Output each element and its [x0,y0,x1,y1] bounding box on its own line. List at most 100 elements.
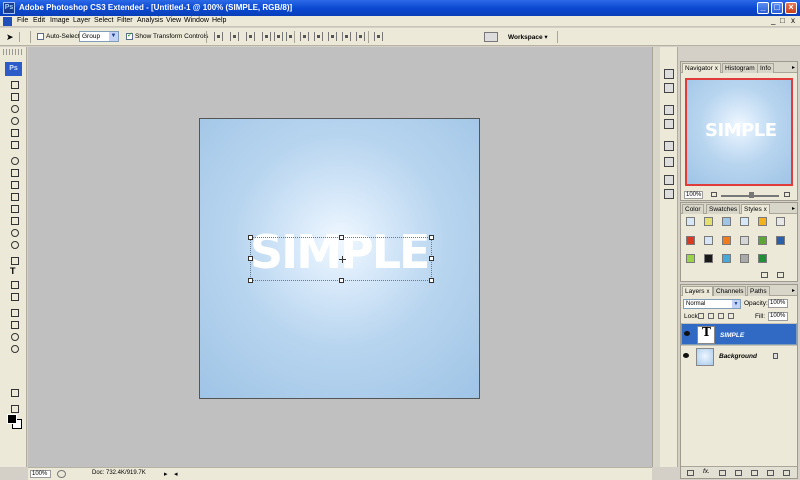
scroll-left-arrow[interactable]: ◂ [174,470,178,478]
clone-source-icon[interactable] [664,157,674,167]
new-style-icon[interactable] [761,272,768,278]
menu-select[interactable]: Select [94,17,113,24]
link-layers-icon[interactable] [687,470,694,476]
zoom-icon[interactable] [9,343,19,353]
close-icon[interactable]: x [764,207,767,213]
eye-icon[interactable] [683,353,689,358]
zoom-level-field[interactable]: 100% [30,470,51,478]
menu-window[interactable]: Window [184,17,209,24]
style-swatch[interactable] [740,217,749,226]
tool-presets-icon[interactable] [664,105,674,115]
menu-image[interactable]: Image [50,17,69,24]
vertical-scrollbar[interactable] [652,47,660,467]
tab-navigator[interactable]: Navigator x [682,63,721,73]
doc-minimize-button[interactable]: _ [771,16,775,25]
lock-transparent-icon[interactable] [698,313,704,319]
panel-menu-icon[interactable]: ▸ [792,287,795,294]
new-layer-icon[interactable] [767,470,774,476]
style-swatch[interactable] [686,217,695,226]
align-top-icon[interactable] [214,32,223,41]
transform-handle-right[interactable] [429,256,434,261]
minimize-button[interactable]: _ [757,2,769,14]
lasso-icon[interactable] [9,103,19,113]
auto-align-layers-icon[interactable] [374,32,383,41]
distribute-bottom-icon[interactable] [328,32,337,41]
style-swatch[interactable] [722,254,731,263]
align-vcenter-icon[interactable] [230,32,239,41]
pen-icon[interactable] [9,255,19,265]
menu-view[interactable]: View [166,17,181,24]
zoom-slider-knob[interactable] [749,192,754,198]
menu-analysis[interactable]: Analysis [137,17,163,24]
menu-help[interactable]: Help [212,17,226,24]
style-swatch[interactable] [776,217,785,226]
trash-icon[interactable] [783,470,790,476]
transform-handle-left[interactable] [248,256,253,261]
hand-icon[interactable] [9,331,19,341]
palette-well-icon[interactable] [484,32,498,42]
history-brush-icon[interactable] [9,191,19,201]
style-swatch[interactable] [776,236,785,245]
history-icon[interactable] [664,83,674,93]
type-icon[interactable] [9,266,19,277]
layer-comps-icon[interactable] [664,119,674,129]
clone-stamp-icon[interactable] [9,179,19,189]
close-button[interactable]: × [785,2,797,14]
transform-handle-top-left[interactable] [248,235,253,240]
align-bottom-icon[interactable] [246,32,255,41]
blend-mode-dropdown[interactable]: Normal ▼ [683,299,741,309]
quick-selection-icon[interactable] [9,115,19,125]
tab-swatches[interactable]: Swatches [706,204,741,214]
show-transform-checkbox[interactable]: ✓ [126,32,133,40]
document-canvas[interactable]: SIMPLE [199,118,480,399]
panel-menu-icon[interactable]: ▸ [792,205,795,212]
slice-icon[interactable] [9,139,19,149]
notes-icon[interactable] [9,307,19,317]
style-swatch[interactable] [740,236,749,245]
close-icon[interactable]: x [707,289,710,295]
reference-point-icon[interactable] [339,256,346,263]
layer-style-button[interactable]: fx. [703,468,710,475]
shape-icon[interactable] [9,291,19,301]
style-swatch[interactable] [758,254,767,263]
style-swatch[interactable] [722,217,731,226]
tab-styles[interactable]: Styles x [741,204,770,214]
transform-handle-top[interactable] [339,235,344,240]
distribute-top-icon[interactable] [300,32,309,41]
style-swatch[interactable] [686,254,695,263]
menu-file[interactable]: File [17,17,28,24]
style-swatch[interactable] [704,217,713,226]
fill-field[interactable]: 100% [768,312,788,321]
layer-mask-icon[interactable] [719,470,726,476]
adjustment-layer-icon[interactable] [735,470,742,476]
foreground-color-swatch[interactable] [7,414,17,424]
style-swatch[interactable] [740,254,749,263]
lock-image-icon[interactable] [708,313,714,319]
tab-layers[interactable]: Layers x [682,286,713,296]
tab-paths[interactable]: Paths [747,286,770,296]
crop-icon[interactable] [9,127,19,137]
status-menu-arrow[interactable]: ▸ [164,470,168,478]
workspace-button[interactable]: Workspace ▾ [508,33,548,41]
healing-brush-icon[interactable] [9,155,19,165]
lock-all-icon[interactable] [728,313,734,319]
tool-preset-picker[interactable]: ➤ [4,32,20,42]
transform-handle-bottom[interactable] [339,278,344,283]
path-selection-icon[interactable] [9,279,19,289]
brush-presets-icon[interactable] [664,69,674,79]
align-left-icon[interactable] [262,32,271,41]
photoshop-logo[interactable]: Ps [5,62,22,76]
align-hcenter-icon[interactable] [274,32,283,41]
doc-restore-button[interactable]: □ [780,16,785,25]
document-icon[interactable] [3,17,12,26]
gradient-icon[interactable] [9,215,19,225]
style-swatch[interactable] [758,236,767,245]
tab-info[interactable]: Info [757,63,774,73]
quick-mask-icon[interactable] [9,387,19,397]
style-swatch[interactable] [704,254,713,263]
distribute-hcenter-icon[interactable] [356,32,365,41]
tab-color[interactable]: Color [682,204,704,214]
zoom-out-icon[interactable] [711,192,717,197]
eye-icon[interactable] [684,331,690,336]
style-swatch[interactable] [686,236,695,245]
